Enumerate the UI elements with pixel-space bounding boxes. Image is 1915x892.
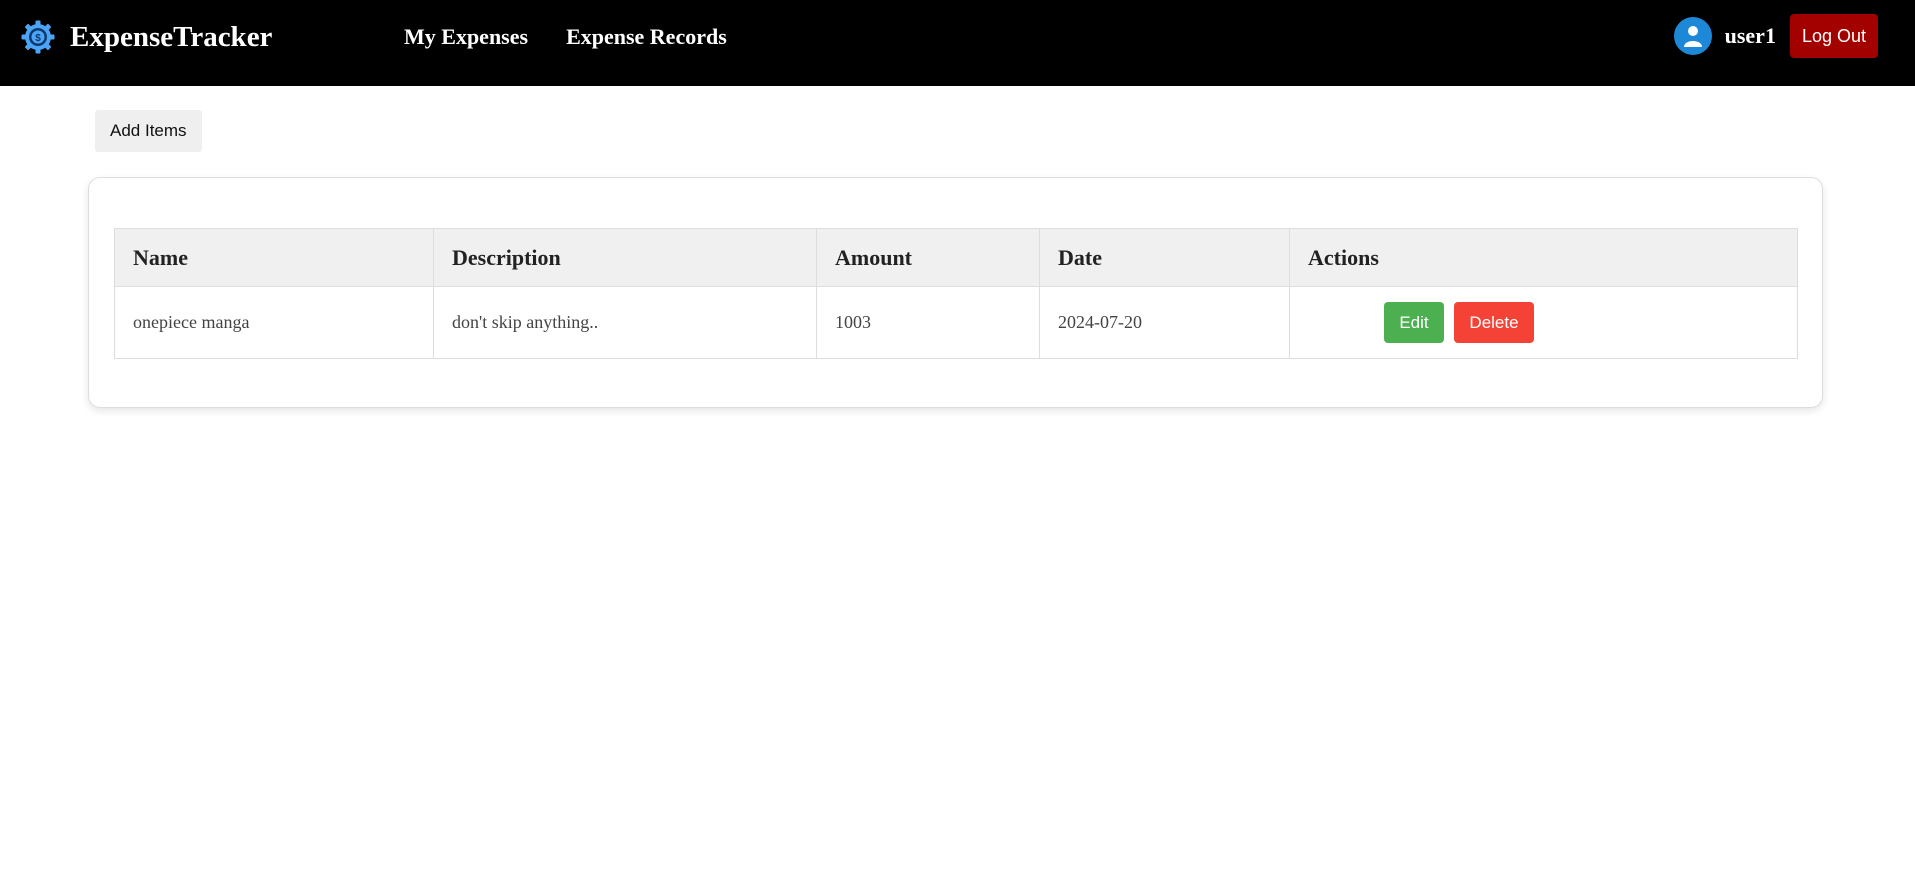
nav-link-my-expenses[interactable]: My Expenses xyxy=(404,22,528,52)
column-header-amount: Amount xyxy=(816,228,1040,287)
delete-button[interactable]: Delete xyxy=(1454,302,1534,343)
brand-name: ExpenseTracker xyxy=(70,21,273,53)
expense-card: Name Description Amount Date Actions one… xyxy=(88,177,1823,408)
nav-link-expense-records[interactable]: Expense Records xyxy=(566,22,727,52)
logout-button[interactable]: Log Out xyxy=(1789,14,1878,58)
brand[interactable]: $ ExpenseTracker xyxy=(20,18,272,56)
column-header-date: Date xyxy=(1039,228,1290,287)
top-navbar: $ ExpenseTracker My Expenses Expense Rec… xyxy=(0,0,1915,86)
gear-coin-icon: $ xyxy=(21,20,55,54)
cell-date: 2024-07-20 xyxy=(1039,286,1290,359)
table-header-row: Name Description Amount Date Actions xyxy=(114,228,1798,287)
cell-name: onepiece manga xyxy=(114,286,434,359)
expense-table: Name Description Amount Date Actions one… xyxy=(114,228,1798,359)
table-row: onepiece manga don't skip anything.. 100… xyxy=(114,286,1798,359)
main-nav: My Expenses Expense Records xyxy=(404,22,727,52)
column-header-name: Name xyxy=(114,228,434,287)
user-avatar-icon[interactable] xyxy=(1673,17,1712,55)
column-header-actions: Actions xyxy=(1289,228,1798,287)
add-items-button[interactable]: Add Items xyxy=(95,110,202,152)
cell-actions: Edit Delete xyxy=(1289,286,1798,359)
user-area: user1 Log Out xyxy=(1673,14,1878,58)
column-header-description: Description xyxy=(433,228,817,287)
svg-text:$: $ xyxy=(35,33,41,44)
cell-amount: 1003 xyxy=(816,286,1040,359)
edit-button[interactable]: Edit xyxy=(1384,302,1444,343)
username: user1 xyxy=(1724,23,1776,48)
cell-description: don't skip anything.. xyxy=(433,286,817,359)
